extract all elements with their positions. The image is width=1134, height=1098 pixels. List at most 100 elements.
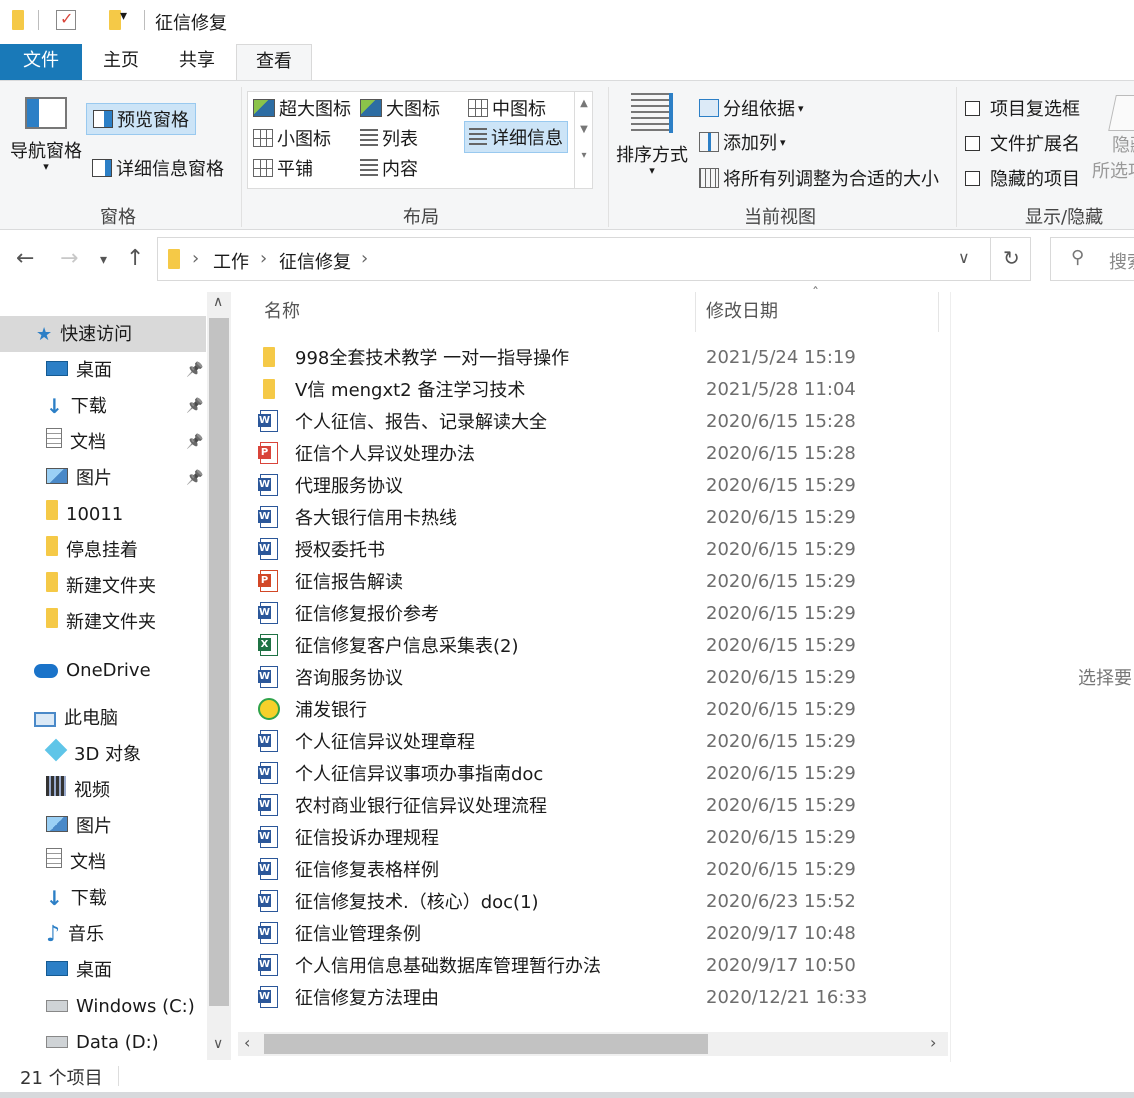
file-row[interactable]: 浦发银行 2020/6/15 15:29 — [258, 693, 948, 725]
hide-selected-icon — [1108, 95, 1134, 131]
layout-option-content[interactable]: 内容 — [360, 155, 418, 181]
nav-item[interactable]: 新建文件夹 — [46, 570, 156, 604]
breadcrumb-item[interactable]: 工作 — [213, 248, 249, 274]
nav-label: 停息挂着 — [66, 540, 138, 561]
search-box[interactable]: ⚲ 搜索 — [1050, 237, 1134, 281]
file-row[interactable]: 征信报告解读 2020/6/15 15:29 — [258, 565, 948, 597]
quick-access-dropdown-icon[interactable]: ▾ — [120, 8, 127, 30]
size-all-columns-button[interactable]: 将所有列调整为合适的大小 — [699, 165, 939, 191]
nav-item[interactable]: 桌面 — [46, 954, 112, 988]
column-header-modified[interactable]: 修改日期 — [706, 292, 778, 336]
address-bar[interactable]: › 工作 › 征信修复 › ∨ ↻ — [157, 237, 1031, 281]
nav-label: 文档 — [70, 852, 106, 873]
layout-option-tiles[interactable]: 平铺 — [253, 155, 313, 181]
file-row[interactable]: V信 mengxt2 备注学习技术 2021/5/28 11:04 — [258, 373, 948, 405]
forward-arrow-icon[interactable]: → — [60, 246, 78, 271]
nav-item[interactable]: ↓ 下载 — [46, 390, 107, 424]
scroll-up-icon[interactable]: ∧ — [213, 294, 223, 310]
nav-this-pc[interactable]: 此电脑 — [34, 702, 118, 736]
layout-gallery-scroll[interactable]: ▲ ▼ ▾ — [574, 91, 593, 189]
nav-onedrive[interactable]: OneDrive — [34, 654, 151, 688]
item-checkboxes-toggle[interactable]: 项目复选框 — [965, 95, 1080, 121]
file-row[interactable]: 征信修复报价参考 2020/6/15 15:29 — [258, 597, 948, 629]
nav-item[interactable]: 新建文件夹 — [46, 606, 156, 640]
details-pane-button[interactable]: 详细信息窗格 — [92, 153, 224, 183]
file-row[interactable]: 征信投诉办理规程 2020/6/15 15:29 — [258, 821, 948, 853]
nav-item[interactable]: 桌面 — [46, 354, 112, 388]
file-row[interactable]: 代理服务协议 2020/6/15 15:29 — [258, 469, 948, 501]
file-row[interactable]: 个人征信、报告、记录解读大全 2020/6/15 15:28 — [258, 405, 948, 437]
layout-option-details[interactable]: 详细信息 — [464, 121, 568, 153]
up-arrow-icon[interactable]: ↑ — [126, 246, 144, 271]
back-arrow-icon[interactable]: ← — [16, 246, 34, 271]
layout-option-small[interactable]: 小图标 — [253, 125, 331, 151]
refresh-icon[interactable]: ↻ — [1003, 246, 1020, 270]
checkbox-icon — [965, 100, 980, 116]
layout-option-extra-large[interactable]: 超大图标 — [253, 95, 351, 121]
tab-share[interactable]: 共享 — [162, 44, 232, 80]
address-dropdown-icon[interactable]: ∨ — [958, 248, 970, 267]
file-extensions-toggle[interactable]: 文件扩展名 — [965, 130, 1080, 156]
properties-icon[interactable]: ✓ — [56, 9, 76, 30]
picture-icon — [46, 810, 68, 844]
pin-icon[interactable]: 📌 — [186, 434, 203, 450]
file-row[interactable]: 个人征信异议事项办事指南doc 2020/6/15 15:29 — [258, 757, 948, 789]
file-row[interactable]: 个人征信异议处理章程 2020/6/15 15:29 — [258, 725, 948, 757]
scroll-left-icon[interactable]: ‹ — [244, 1033, 250, 1052]
scroll-down-icon[interactable]: ∨ — [213, 1036, 223, 1052]
nav-item[interactable]: Data (D:) — [46, 1026, 159, 1060]
file-row[interactable]: 998全套技术教学 一对一指导操作 2021/5/24 15:19 — [258, 341, 948, 373]
pin-icon[interactable]: 📌 — [186, 362, 203, 378]
file-row[interactable]: 征信修复表格样例 2020/6/15 15:29 — [258, 853, 948, 885]
nav-pane-scrollbar[interactable]: ∧ ∨ — [207, 292, 231, 1060]
nav-item[interactable]: 10011 — [46, 498, 123, 532]
nav-item[interactable]: 3D 对象 — [44, 738, 141, 772]
pin-icon[interactable]: 📌 — [186, 398, 203, 414]
hidden-items-toggle[interactable]: 隐藏的项目 — [965, 165, 1080, 191]
tab-file[interactable]: 文件 — [0, 44, 82, 80]
file-row[interactable]: 征信修复技术.（核心）doc(1) 2020/6/23 15:52 — [258, 885, 948, 917]
file-row[interactable]: 农村商业银行征信异议处理流程 2020/6/15 15:29 — [258, 789, 948, 821]
nav-item[interactable]: ♪ 音乐 — [46, 918, 104, 952]
layout-option-large[interactable]: 大图标 — [360, 95, 440, 121]
file-row[interactable]: 征信修复客户信息采集表(2) 2020/6/15 15:29 — [258, 629, 948, 661]
word-document-icon — [258, 890, 280, 912]
file-row[interactable]: 征信个人异议处理办法 2020/6/15 15:28 — [258, 437, 948, 469]
nav-item[interactable]: 图片 — [46, 462, 112, 496]
nav-item[interactable]: Windows (C:) — [46, 990, 195, 1024]
nav-quick-access[interactable]: ★ 快速访问 — [36, 318, 132, 352]
sort-by-button[interactable]: 排序方式 ▾ — [616, 93, 688, 176]
preview-pane-button[interactable]: 预览窗格 — [86, 103, 196, 135]
file-list-horizontal-scrollbar[interactable]: ‹ › — [238, 1032, 948, 1056]
scrollbar-thumb[interactable] — [209, 318, 229, 1006]
column-header-name[interactable]: 名称 — [264, 292, 300, 336]
nav-item[interactable]: 图片 — [46, 810, 112, 844]
nav-item[interactable]: 文档 — [46, 846, 106, 880]
hide-selected-button[interactable]: 隐藏 所选项 — [1092, 95, 1134, 183]
file-row[interactable]: 个人信用信息基础数据库管理暂行办法 2020/9/17 10:50 — [258, 949, 948, 981]
nav-pane-button[interactable]: 导航窗格 ▾ — [10, 97, 82, 172]
add-columns-button[interactable]: 添加列 ▾ — [699, 129, 786, 155]
new-folder-icon[interactable] — [108, 10, 121, 30]
file-row[interactable]: 各大银行信用卡热线 2020/6/15 15:29 — [258, 501, 948, 533]
file-row[interactable]: 咨询服务协议 2020/6/15 15:29 — [258, 661, 948, 693]
layout-option-list[interactable]: 列表 — [360, 125, 418, 151]
scroll-right-icon[interactable]: › — [930, 1033, 936, 1052]
recent-locations-chevron-icon[interactable]: ▾ — [100, 252, 107, 268]
breadcrumb-item[interactable]: 征信修复 — [279, 248, 351, 274]
group-by-button[interactable]: 分组依据 ▾ — [699, 95, 804, 121]
computer-icon — [34, 711, 56, 727]
nav-item[interactable]: ↓ 下载 — [46, 882, 107, 916]
file-row[interactable]: 征信修复方法理由 2020/12/21 16:33 — [258, 981, 948, 1013]
nav-item[interactable]: 停息挂着 — [46, 534, 138, 568]
scrollbar-thumb[interactable] — [264, 1034, 708, 1054]
layout-option-medium[interactable]: 中图标 — [468, 95, 546, 121]
picture-icon — [46, 462, 68, 496]
tab-view[interactable]: 查看 — [236, 44, 312, 82]
file-row[interactable]: 授权委托书 2020/6/15 15:29 — [258, 533, 948, 565]
nav-item[interactable]: 文档 — [46, 426, 106, 460]
file-row[interactable]: 征信业管理条例 2020/9/17 10:48 — [258, 917, 948, 949]
tab-home[interactable]: 主页 — [86, 44, 156, 80]
nav-item[interactable]: 视频 — [46, 774, 110, 808]
pin-icon[interactable]: 📌 — [186, 470, 203, 486]
